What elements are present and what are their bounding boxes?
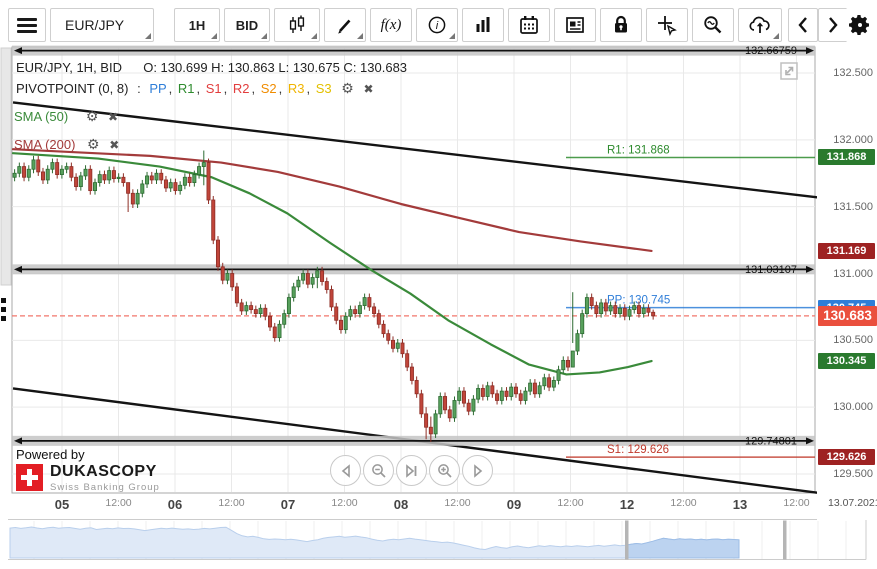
navigator-handle-left[interactable]	[625, 520, 629, 560]
svg-text:131.03107: 131.03107	[745, 264, 797, 276]
step-back-button[interactable]	[330, 455, 361, 486]
navigator-handle-right[interactable]	[783, 520, 787, 560]
current-price-badge: 130.683	[818, 305, 877, 326]
sma50-label: SMA (50)	[14, 109, 69, 124]
trading-platform-window: EUR/JPY 1H BID f(x) i 132.66759 131.0310…	[0, 0, 877, 569]
step-forward-button[interactable]	[462, 455, 493, 486]
sma200-settings-icon[interactable]: ⚙	[87, 136, 100, 152]
pivot-level-s3: S3	[315, 81, 332, 96]
time-tick: 12:00	[105, 497, 132, 509]
play-to-end-button[interactable]	[396, 455, 427, 486]
sma200-close-icon[interactable]: ✖	[109, 138, 119, 152]
powered-by-label: Powered by	[16, 447, 85, 462]
pivot-level-r2: R2	[232, 81, 250, 96]
sma200-label: SMA (200)	[14, 137, 76, 152]
price-level-badge: 131.169	[818, 242, 875, 259]
zoom-out-button[interactable]	[363, 455, 394, 486]
pivot-level-r3: R3	[287, 81, 305, 96]
brand-subtitle: Swiss Banking Group	[50, 482, 160, 493]
time-tick: 12:00	[331, 497, 358, 509]
pivot-level-r1: R1	[177, 81, 195, 96]
price-tick: 130.500	[833, 334, 873, 347]
time-tick: 09	[506, 497, 522, 512]
chart-title: EUR/JPY, 1H, BID	[16, 60, 122, 75]
price-tick: 131.000	[833, 267, 873, 280]
pivot-level-s2: S2	[260, 81, 277, 96]
sma50-close-icon[interactable]: ✖	[108, 110, 118, 124]
pivot-level-s1: S1	[205, 81, 222, 96]
time-tick: 12	[619, 497, 635, 512]
time-tick: 12:00	[444, 497, 471, 509]
chart-nav-buttons	[330, 455, 493, 486]
time-axis-date: 13.07.2021	[828, 497, 877, 509]
time-tick: 12:00	[218, 497, 245, 509]
detach-chart-button[interactable]	[778, 60, 800, 82]
watermark: Powered by DUKASCOPY Swiss Banking Group	[16, 447, 160, 493]
sma50-legend-row: SMA (50) ⚙ ✖	[14, 108, 118, 125]
pivot-separator: :	[137, 81, 141, 96]
zoom-in-button[interactable]	[429, 455, 460, 486]
pivot-legend-row: PIVOTPOINT (0, 8) : PP, R1, S1, R2, S2, …	[16, 80, 374, 97]
detach-icon	[780, 62, 798, 80]
svg-text:129.74801: 129.74801	[745, 435, 797, 447]
time-tick: 05	[54, 497, 70, 512]
price-axis[interactable]: 132.500 132.000 131.500 131.000 130.500 130.0…	[817, 47, 877, 520]
play-to-end-icon	[406, 463, 417, 478]
time-tick: 12:00	[670, 497, 697, 509]
price-level-badge: 129.626	[818, 449, 875, 466]
price-level-badge: 130.345	[818, 353, 875, 370]
time-axis[interactable]: 05 12:00 06 12:00 07 12:00 08 12:00 09 12:00 12 12:…	[0, 494, 877, 518]
pivot-settings-icon[interactable]: ⚙	[341, 80, 354, 96]
brand-name: DUKASCOPY	[50, 463, 157, 480]
swiss-flag-logo	[16, 464, 43, 491]
time-tick: 12:00	[557, 497, 584, 509]
price-tick: 131.500	[833, 200, 873, 213]
pivot-close-icon[interactable]: ✖	[363, 82, 373, 96]
time-tick: 07	[280, 497, 296, 512]
svg-text:132.66759: 132.66759	[745, 45, 797, 57]
chart-ohlc: O: 130.699 H: 130.863 L: 130.675 C: 130.…	[143, 60, 408, 75]
step-forward-icon	[473, 463, 482, 478]
price-tick: 129.500	[833, 468, 873, 480]
svg-text:S1: 129.626: S1: 129.626	[607, 444, 669, 456]
sma200-legend-row: SMA (200) ⚙ ✖	[14, 136, 119, 153]
chart-title-row: EUR/JPY, 1H, BID O: 130.699 H: 130.863 L…	[16, 60, 407, 75]
step-back-icon	[341, 463, 350, 478]
pivot-level-pp: PP	[149, 81, 167, 96]
zoom-in-icon	[437, 463, 452, 478]
svg-text:R1: 131.868: R1: 131.868	[607, 144, 670, 156]
zoom-out-icon	[371, 463, 386, 478]
pivot-levels: PP, R1, S1, R2, S2, R3, S3	[149, 81, 332, 96]
price-tick: 132.500	[833, 67, 873, 79]
pivot-indicator-name: PIVOTPOINT (0, 8)	[16, 81, 129, 96]
time-tick: 06	[167, 497, 183, 512]
time-tick: 13	[732, 497, 748, 512]
price-tick: 130.000	[833, 401, 873, 414]
price-level-badge: 131.868	[818, 149, 875, 166]
price-tick: 132.000	[833, 133, 873, 146]
sma50-settings-icon[interactable]: ⚙	[86, 108, 99, 124]
time-tick: 12:00	[783, 497, 810, 509]
time-tick: 08	[393, 497, 409, 512]
